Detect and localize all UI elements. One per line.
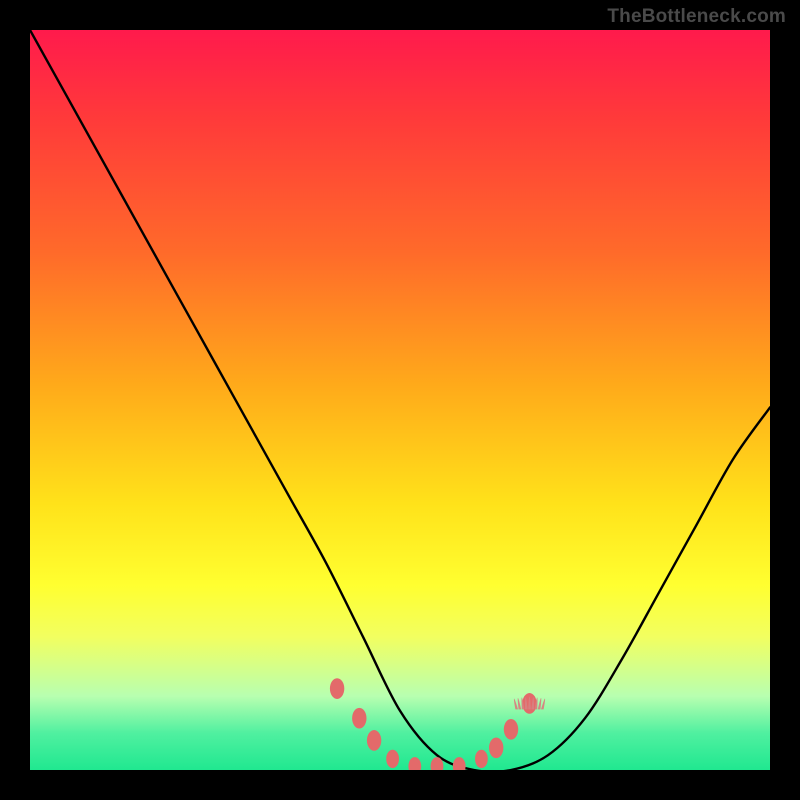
grass-blade (518, 698, 521, 709)
chart-frame: TheBottleneck.com (0, 0, 800, 800)
curve-marker (475, 750, 488, 768)
curve-path (30, 30, 770, 770)
marker-group (330, 678, 537, 770)
grass-cluster (514, 696, 545, 709)
curve-marker (386, 750, 399, 768)
curve-marker (453, 757, 466, 770)
curve-marker (367, 730, 381, 751)
curve-marker (408, 757, 421, 770)
plot-area (30, 30, 770, 770)
watermark-label: TheBottleneck.com (607, 6, 786, 28)
grass-blade (538, 698, 541, 709)
curve-marker (330, 678, 344, 699)
bottleneck-curve (30, 30, 770, 770)
curve-marker (504, 719, 518, 740)
grass-blade (541, 699, 545, 710)
curve-marker (489, 737, 503, 758)
grass-blade (514, 699, 518, 710)
curve-marker (352, 708, 366, 729)
